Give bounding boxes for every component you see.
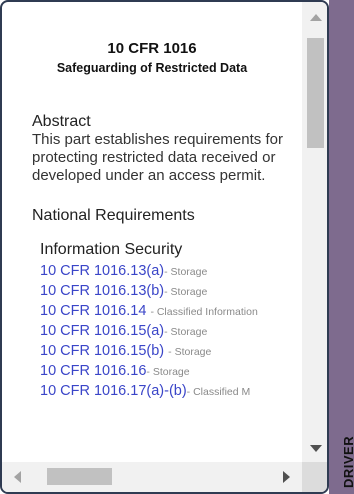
page-subtitle: Safeguarding of Restricted Data [56,61,248,75]
side-tab-label: DRIVER [341,435,354,488]
list-item: 10 CFR 1016.16- Storage [40,361,302,381]
abstract-body: This part establishes requirements for p… [32,131,283,184]
list-item: 10 CFR 1016.13(b)- Storage [40,281,302,301]
horizontal-scrollbar[interactable] [2,462,302,492]
abstract-heading: Abstract [32,113,91,130]
reference-description: - Storage [164,266,208,278]
reference-list: 10 CFR 1016.13(a)- Storage 10 CFR 1016.1… [40,261,302,401]
list-item: 10 CFR 1016.15(a)- Storage [40,321,302,341]
scroll-down-arrow-icon[interactable] [310,445,322,452]
document-panel: 10 CFR 1016 Safeguarding of Restricted D… [0,0,329,494]
document-content: 10 CFR 1016 Safeguarding of Restricted D… [2,2,302,462]
reference-link[interactable]: 10 CFR 1016.15(b) [40,343,168,359]
list-item: 10 CFR 1016.13(a)- Storage [40,261,302,281]
vertical-scroll-thumb[interactable] [307,38,324,148]
page-title: 10 CFR 1016 [107,40,197,57]
reference-link[interactable]: 10 CFR 1016.16 [40,363,146,379]
reference-link[interactable]: 10 CFR 1016.14 [40,303,150,319]
reference-description: - Storage [168,346,212,358]
reference-link[interactable]: 10 CFR 1016.13(b) [40,283,164,299]
scrollbar-corner [302,462,327,492]
driver-side-tab[interactable]: DRIVER [329,0,354,494]
reference-link[interactable]: 10 CFR 1016.13(a) [40,263,164,279]
reference-link[interactable]: 10 CFR 1016.15(a) [40,323,164,339]
list-item: 10 CFR 1016.14 - Classified Information [40,301,302,321]
scroll-up-arrow-icon[interactable] [310,14,322,21]
reference-description: - Storage [164,326,208,338]
scroll-left-arrow-icon[interactable] [14,471,21,483]
reference-description: - Storage [146,366,190,378]
list-item: 10 CFR 1016.15(b) - Storage [40,341,302,361]
reference-description: - Classified M [186,386,251,398]
national-requirements-heading: National Requirements [32,207,195,224]
scroll-right-arrow-icon[interactable] [283,471,290,483]
list-item: 10 CFR 1016.17(a)-(b)- Classified M [40,381,302,401]
vertical-scrollbar[interactable] [302,2,327,462]
horizontal-scroll-thumb[interactable] [47,468,112,485]
reference-description: - Storage [164,286,208,298]
reference-description: - Classified Information [150,306,258,318]
reference-link[interactable]: 10 CFR 1016.17(a)-(b) [40,383,187,399]
information-security-heading: Information Security [40,241,183,258]
